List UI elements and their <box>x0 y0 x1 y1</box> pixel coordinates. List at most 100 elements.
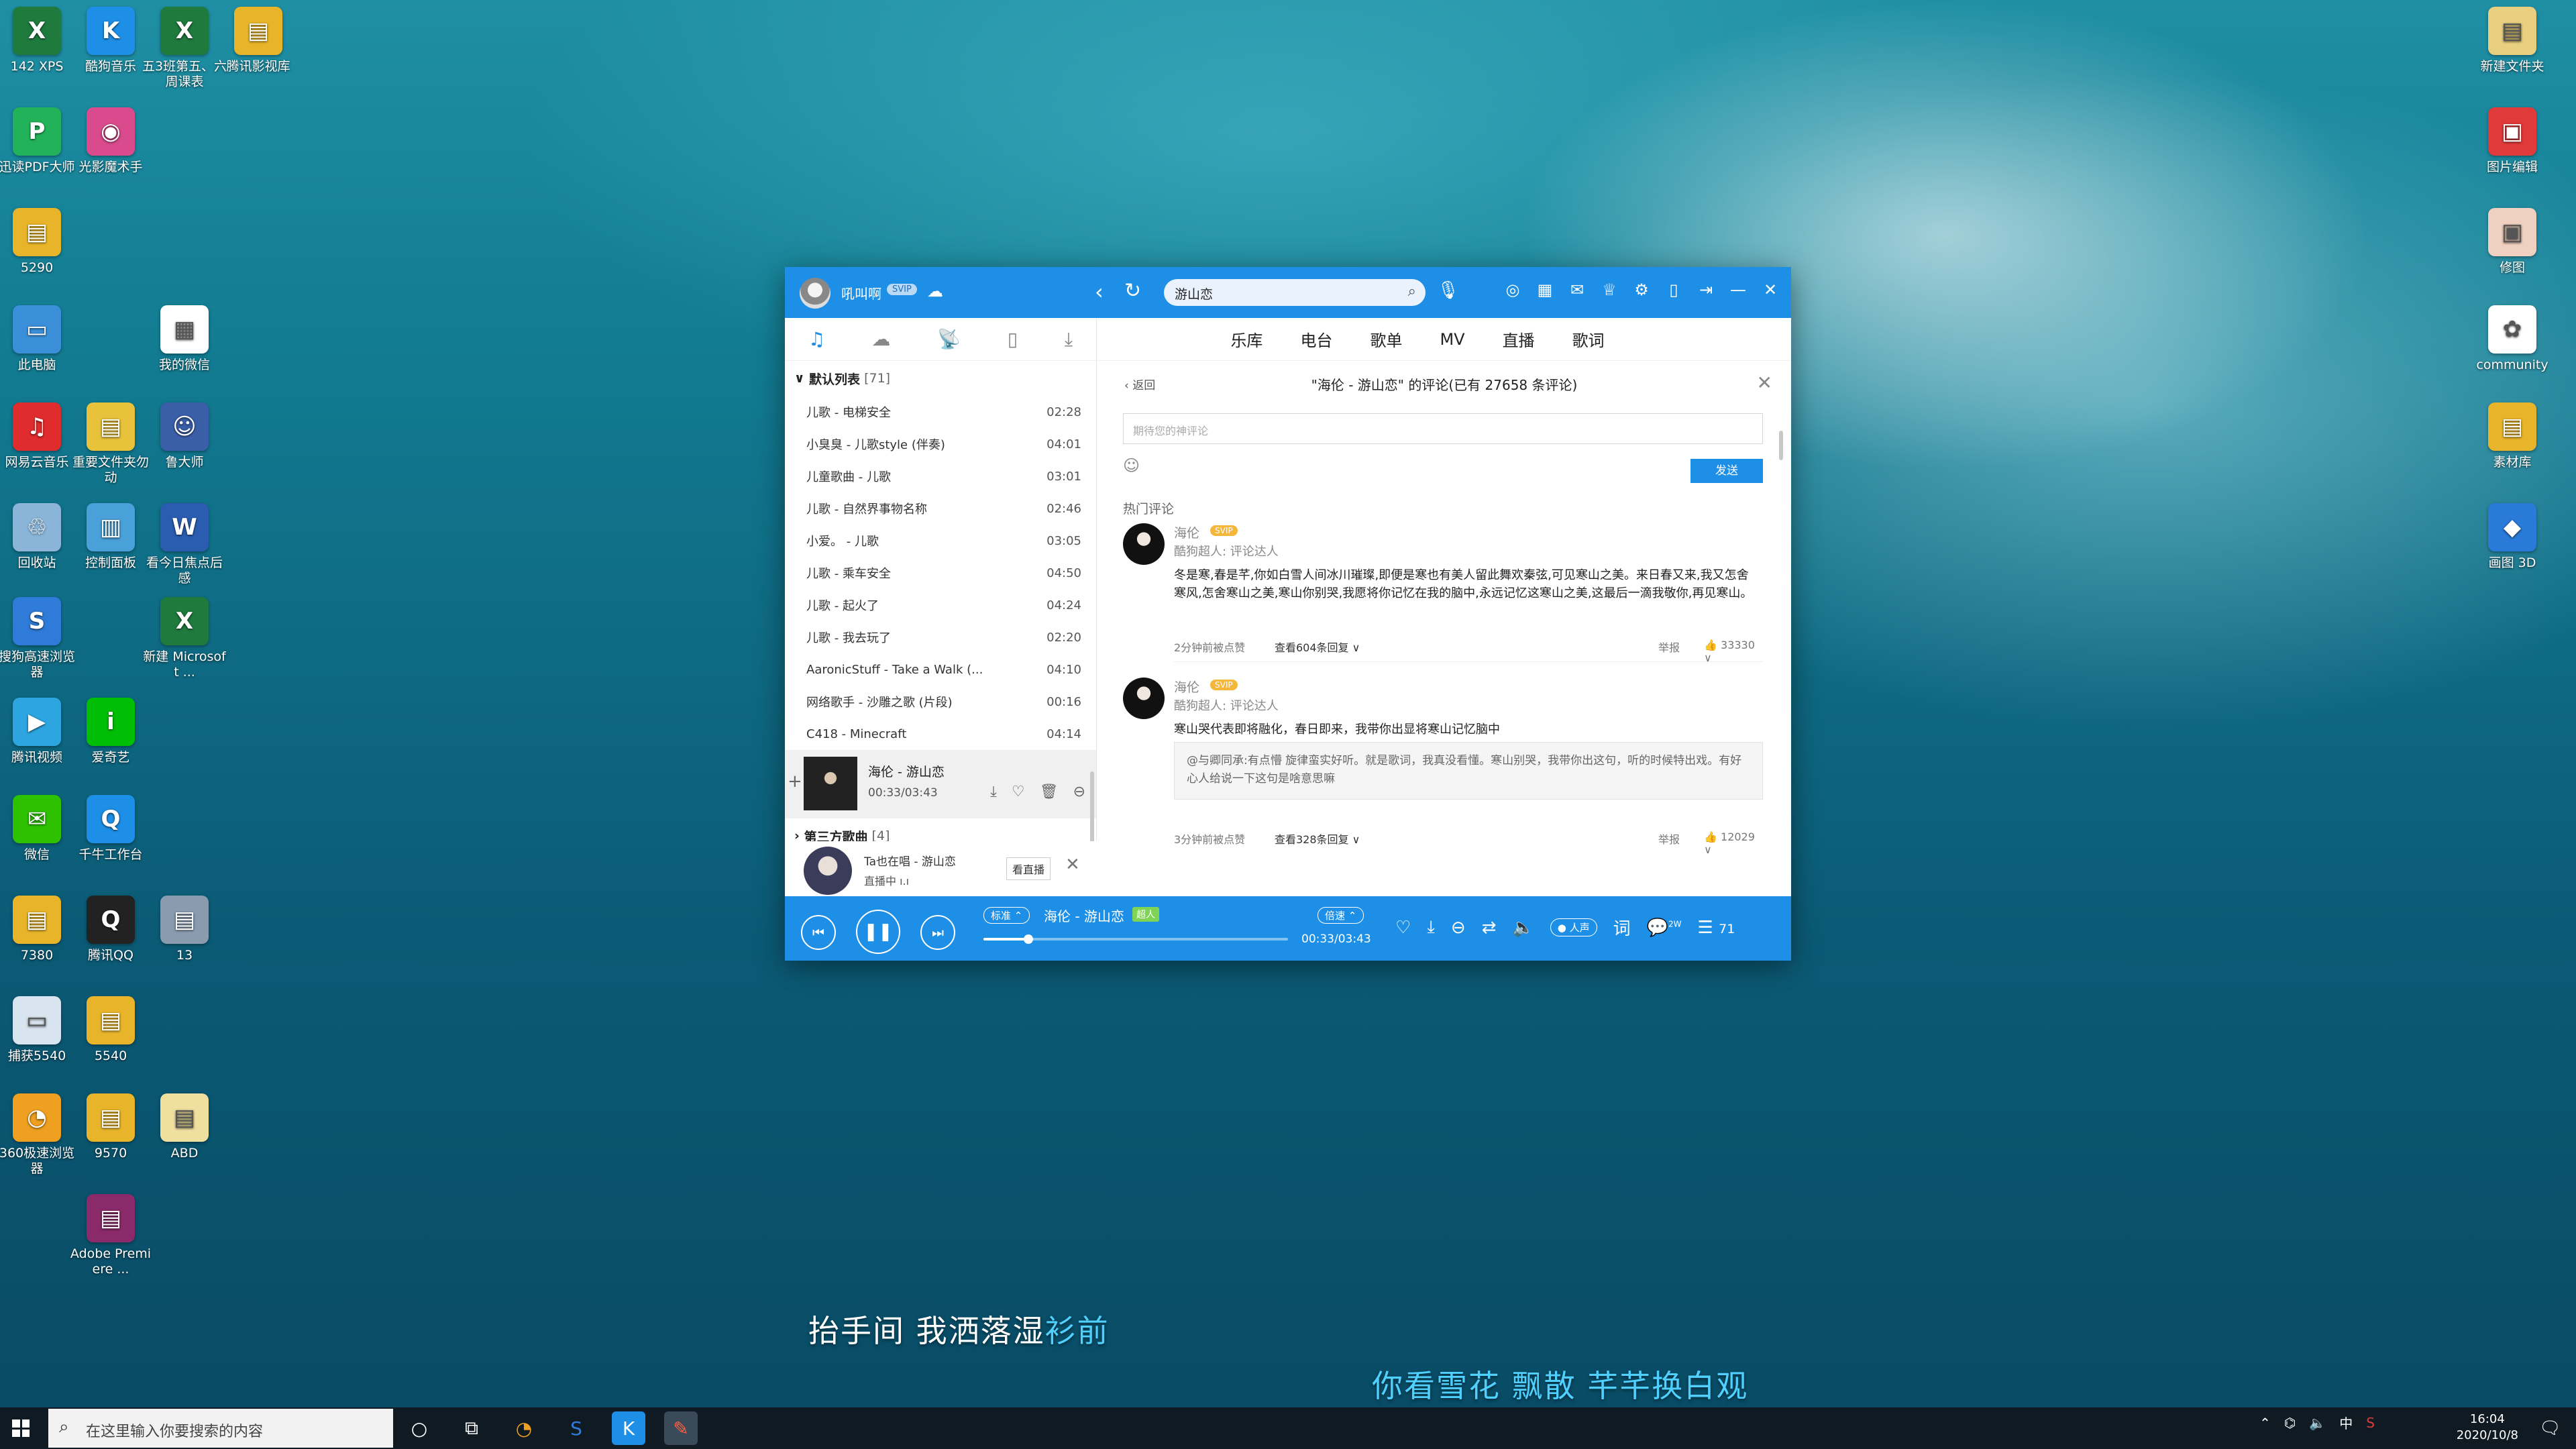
chevron-up-icon[interactable]: ⌃ <box>2259 1415 2271 1431</box>
view-replies-link[interactable]: 查看604条回复 ∨ <box>1275 639 1360 655</box>
download-icon[interactable]: ⤓ <box>990 784 997 800</box>
main-tab[interactable]: 歌单 <box>1370 327 1402 351</box>
pause-button[interactable]: ❚❚ <box>856 910 900 954</box>
360-browser-icon[interactable]: ◔ <box>507 1411 541 1445</box>
avatar[interactable] <box>1123 523 1165 565</box>
game-icon[interactable]: ◎ <box>1504 280 1521 299</box>
now-playing-row[interactable]: + 海伦 - 游山恋 00:33/03:43 ⤓ ♡ 🗑 ⊖ <box>785 750 1096 818</box>
watch-live-button[interactable]: 看直播 <box>1006 857 1051 880</box>
comment-author[interactable]: 海伦 <box>1174 678 1199 696</box>
heart-icon[interactable]: ♡ <box>1395 918 1411 938</box>
desktop-icon[interactable]: ▦ 我的微信 <box>141 305 228 373</box>
comments-scrollbar[interactable] <box>1779 431 1783 460</box>
song-row[interactable]: 儿歌 - 起火了 04:24 <box>785 589 1096 621</box>
playing-song-title[interactable]: 海伦 - 游山恋 <box>1044 906 1124 925</box>
desktop-icon[interactable]: ▤ ABD <box>141 1093 228 1161</box>
refresh-icon[interactable]: ↻ <box>1124 279 1141 303</box>
song-row[interactable]: 儿歌 - 乘车安全 04:50 <box>785 557 1096 589</box>
song-row[interactable]: 儿歌 - 自然界事物名称 02:46 <box>785 492 1096 525</box>
song-row[interactable]: 儿歌 - 我去玩了 02:20 <box>785 621 1096 653</box>
close-icon[interactable]: ✕ <box>1762 280 1779 299</box>
desktop-icon[interactable]: ▤ 13 <box>141 896 228 963</box>
desktop-icon[interactable]: ▤ Adobe Premiere ... <box>67 1194 154 1277</box>
mail-icon[interactable]: ✉ <box>1568 280 1586 299</box>
user-name[interactable]: 吼叫啊 <box>841 283 881 303</box>
desktop-icon[interactable]: ▤ 5540 <box>67 996 154 1064</box>
notification-icon[interactable]: 🗨 <box>2539 1418 2561 1438</box>
main-tab[interactable]: 歌词 <box>1572 327 1605 351</box>
main-tab[interactable]: 直播 <box>1503 327 1535 351</box>
switch-mode-icon[interactable]: ⇥ <box>1697 280 1715 299</box>
comments-button[interactable]: 💬2W <box>1647 918 1682 938</box>
desktop-icon[interactable]: ▤ 新建文件夹 <box>2469 7 2556 74</box>
cloud-icon[interactable]: ☁ <box>872 328 891 350</box>
heart-icon[interactable]: ♡ <box>1012 784 1025 800</box>
desktop-icon[interactable]: S 搜狗高速浏览器 <box>0 597 80 680</box>
search-input[interactable]: 游山恋 ⌕ <box>1164 279 1426 306</box>
download-icon[interactable]: ⤓ <box>1427 917 1435 938</box>
active-app-icon[interactable]: ✎ <box>664 1411 698 1445</box>
desktop-icon[interactable]: ☺ 鲁大师 <box>141 402 228 470</box>
microphone-icon[interactable]: 🎙 <box>1437 280 1459 301</box>
settings-icon[interactable]: ⚙ <box>1633 280 1650 299</box>
song-row[interactable]: 儿歌 - 电梯安全 02:28 <box>785 396 1096 428</box>
volume-icon[interactable]: 🔈 <box>2309 1415 2326 1431</box>
plus-icon[interactable]: + <box>788 771 802 792</box>
previous-button[interactable]: ⏮ <box>801 915 836 950</box>
desktop-icon[interactable]: ◉ 光影魔术手 <box>67 107 154 175</box>
desktop-icon[interactable]: ✿ community <box>2469 305 2556 373</box>
user-avatar[interactable] <box>800 278 830 309</box>
song-row[interactable]: 小爱。 - 儿歌 03:05 <box>785 525 1096 557</box>
lyrics-button[interactable]: 词 <box>1613 915 1631 940</box>
device-icon[interactable]: ▯ <box>1008 328 1018 350</box>
search-icon[interactable]: ⌕ <box>1408 283 1416 300</box>
close-icon[interactable]: ✕ <box>1757 372 1772 394</box>
report-link[interactable]: 举报 <box>1658 639 1680 655</box>
close-icon[interactable]: ✕ <box>1065 855 1080 875</box>
desktop-icon[interactable]: i 爱奇艺 <box>67 698 154 765</box>
desktop-icon[interactable]: Q 千牛工作台 <box>67 795 154 863</box>
desktop-icon[interactable]: ▭ 此电脑 <box>0 305 80 373</box>
like-button[interactable]: 👍 33330 ∨ <box>1704 639 1763 664</box>
mini-mode-icon[interactable]: ▯ <box>1665 280 1682 299</box>
back-arrow-icon[interactable]: ‹ <box>1095 279 1104 305</box>
desktop-icon[interactable]: ▣ 图片编辑 <box>2469 107 2556 175</box>
ime-indicator[interactable]: 中 <box>2339 1413 2353 1432</box>
radio-icon[interactable]: 📡 <box>937 328 961 350</box>
desktop-icon[interactable]: ▣ 修图 <box>2469 208 2556 276</box>
desktop-lyric-line-1[interactable]: 抬手间 我洒落湿衫前 <box>808 1307 1110 1351</box>
kugou-icon[interactable]: K <box>612 1411 645 1445</box>
song-row[interactable]: AaronicStuff - Take a Walk (... 04:10 <box>785 653 1096 686</box>
desktop-icon[interactable]: X 新建 Microsoft ... <box>141 597 228 680</box>
taskbar-search-box[interactable]: ⌕ 在这里输入你要搜索的内容 <box>48 1409 393 1448</box>
song-row[interactable]: 小臭臭 - 儿歌style (伴奏) 04:01 <box>785 428 1096 460</box>
desktop-icon[interactable]: ▤ 5290 <box>0 208 80 276</box>
cortana-icon[interactable]: ○ <box>402 1411 436 1445</box>
comment-author[interactable]: 海伦 <box>1174 523 1199 541</box>
desktop-icon[interactable]: W 看今日焦点后感 <box>141 503 228 586</box>
next-button[interactable]: ⏭ <box>920 915 955 950</box>
view-replies-link[interactable]: 查看328条回复 ∨ <box>1275 830 1360 847</box>
playlist-scrollbar[interactable] <box>1090 771 1094 852</box>
more-icon[interactable]: ⊖ <box>1073 784 1085 800</box>
network-icon[interactable]: ⌬ <box>2284 1415 2296 1431</box>
live-avatar[interactable] <box>804 847 852 895</box>
download-icon[interactable]: ⤓ <box>1065 328 1073 351</box>
task-view-icon[interactable]: ⧉ <box>455 1411 488 1445</box>
speed-selector[interactable]: 倍速 ⌃ <box>1318 907 1364 924</box>
sogou-browser-icon[interactable]: S <box>559 1411 593 1445</box>
start-button[interactable] <box>12 1419 30 1437</box>
desktop-lyric-line-2[interactable]: 你看雪花 飘散 芊芊换白观 <box>1372 1362 1748 1406</box>
more-icon[interactable]: ⊖ <box>1451 918 1466 938</box>
playlist-button[interactable]: ☰ 71 <box>1698 918 1735 938</box>
volume-icon[interactable]: 🔈 <box>1512 918 1534 938</box>
like-button[interactable]: 👍 12029 ∨ <box>1704 830 1763 856</box>
song-row[interactable]: 网络歌手 - 沙雕之歌 (片段) 00:16 <box>785 686 1096 718</box>
apps-icon[interactable]: ▦ <box>1536 280 1554 299</box>
avatar[interactable] <box>1123 678 1165 719</box>
quality-selector[interactable]: 标准 ⌃ <box>983 907 1030 924</box>
default-list-header[interactable]: ∨ 默认列表 [71] <box>785 361 1096 396</box>
vocal-toggle[interactable]: ● 人声 <box>1550 918 1597 936</box>
repeat-icon[interactable]: ⇄ <box>1482 918 1497 938</box>
report-link[interactable]: 举报 <box>1658 830 1680 847</box>
